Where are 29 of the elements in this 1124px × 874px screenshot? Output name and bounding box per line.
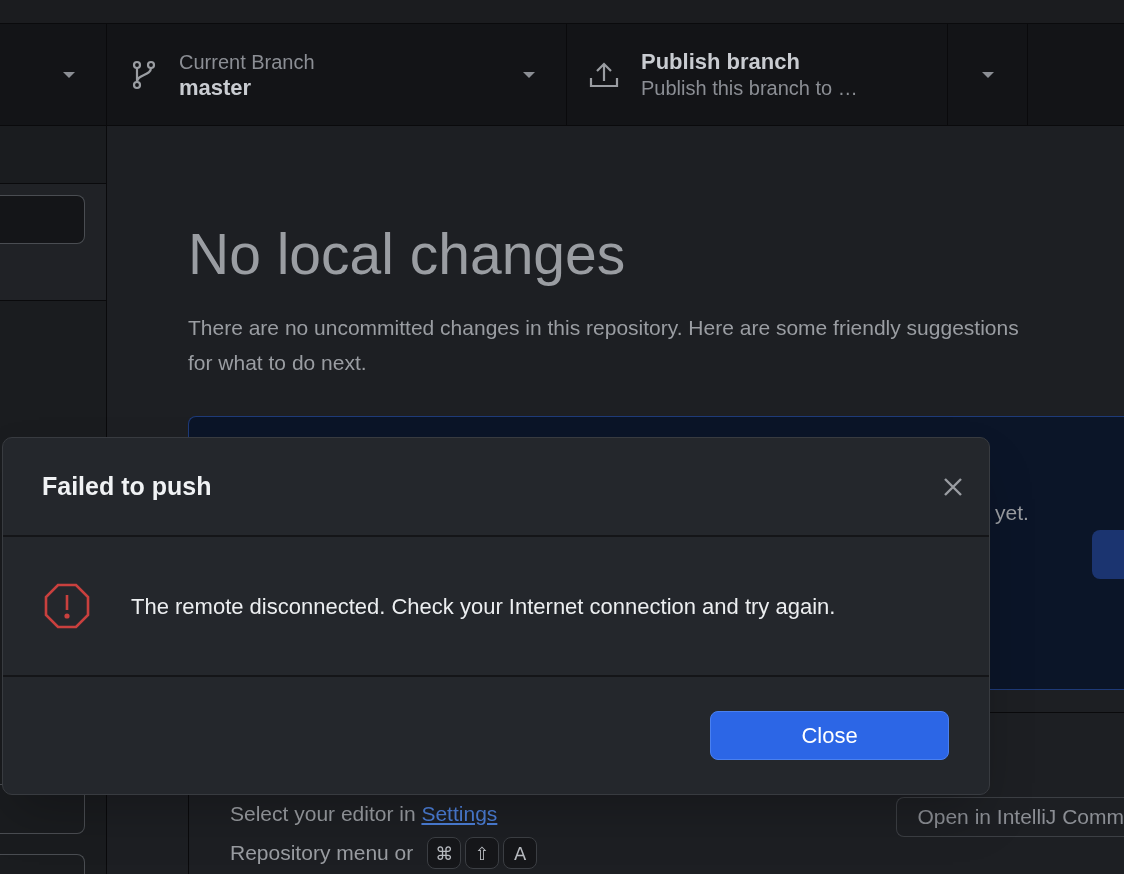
dialog-message: The remote disconnected. Check your Internet connection and try again. [131, 592, 836, 621]
publish-card-button[interactable] [1092, 530, 1124, 579]
dialog-title: Failed to push [42, 470, 213, 502]
settings-link[interactable]: Settings [421, 802, 498, 825]
caret-icon [522, 70, 536, 79]
caret-icon [62, 70, 76, 79]
key-cap: ⇧ [465, 837, 500, 869]
branch-button[interactable]: Current Branch master [107, 24, 567, 125]
editor-hint: Select your editor in Settings [230, 801, 498, 827]
branch-name: master [179, 74, 253, 101]
card-text: yet. [995, 500, 1029, 526]
empty-state-heading: No local changes [188, 221, 627, 288]
caret-icon [980, 70, 995, 79]
upload-icon [589, 60, 619, 89]
error-icon [44, 583, 90, 629]
filter-field[interactable] [0, 195, 85, 244]
publish-title: Publish branch [641, 48, 801, 75]
publish-button[interactable]: Publish branch Publish this branch to … [567, 24, 948, 125]
publish-subtitle: Publish this branch to … [641, 75, 858, 101]
sidebar-button[interactable] [0, 854, 85, 874]
empty-state-description: There are no uncommitted changes in this repository. Here are some friendly suggestions for what to do next. [188, 315, 1020, 376]
close-icon[interactable] [943, 476, 963, 497]
close-button[interactable]: Close [710, 711, 949, 760]
branch-label: Current Branch [179, 49, 316, 75]
key-cap: A [503, 837, 538, 869]
shortcut-hint: Repository menu or [230, 840, 414, 867]
open-editor-button[interactable]: Open in IntelliJ Comm [896, 797, 1124, 837]
branch-icon [131, 59, 157, 90]
key-cap: ⌘ [427, 837, 462, 869]
